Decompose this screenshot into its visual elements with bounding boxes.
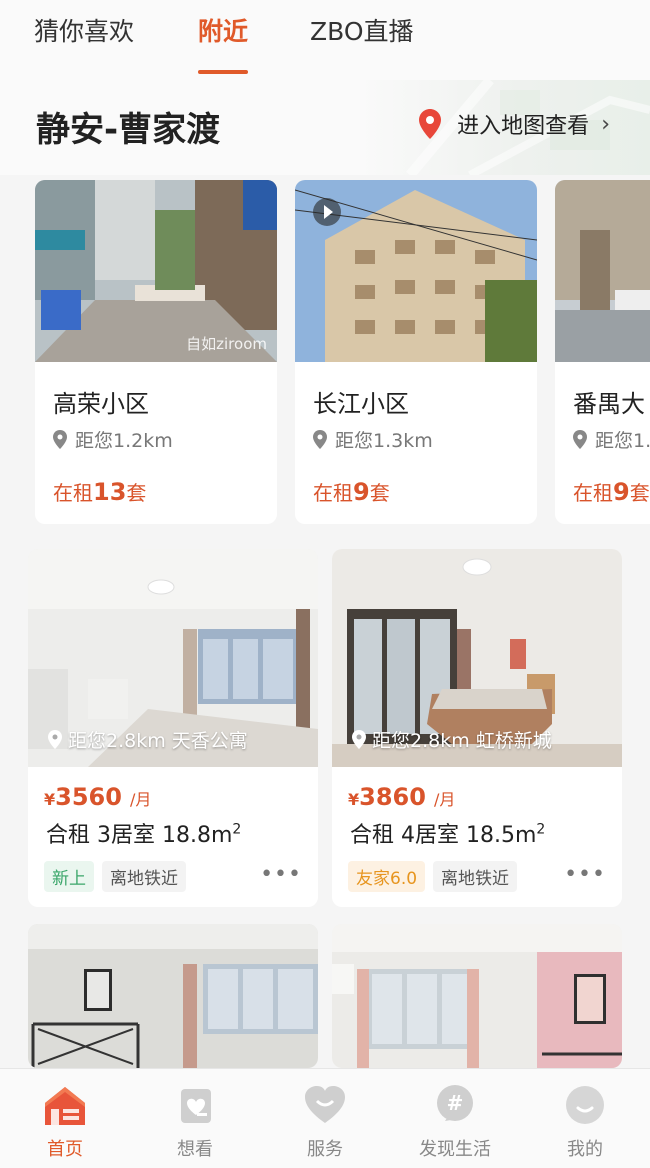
active-tab-indicator [198, 70, 249, 74]
listing-title: 合租 3居室 18.8m2 [46, 821, 242, 848]
location-pin-icon [313, 430, 327, 449]
nav-home[interactable]: 首页 [0, 1069, 130, 1168]
community-card[interactable]: 长江小区 距您1.3km 在租9套 [295, 180, 537, 524]
nav-profile[interactable]: 我的 [520, 1069, 650, 1168]
location-pin-icon [573, 430, 587, 449]
nav-home-label: 首页 [47, 1139, 83, 1160]
location-pin-icon [419, 109, 442, 139]
tag-youjia-version: 友家6.0 [348, 861, 426, 892]
listing-tags: 新上 离地铁近 [44, 861, 186, 892]
community-photo: 自如ziroom [35, 180, 277, 362]
location-pin-icon [48, 730, 62, 749]
nav-wishlist-label: 想看 [177, 1139, 213, 1160]
community-distance: 距您1.3km [313, 426, 433, 453]
listing-title: 合租 4居室 18.5m2 [350, 821, 546, 848]
rental-count: 在租13套 [53, 478, 147, 506]
community-name: 长江小区 [313, 390, 409, 418]
community-name: 番禺大 [573, 390, 645, 418]
rental-count: 在租9套 [313, 478, 390, 506]
community-photo [555, 180, 650, 362]
listing-distance-tag: 距您2.8km 天香公寓 [48, 726, 248, 753]
chevron-right-icon: › [601, 111, 610, 137]
home-icon [45, 1087, 85, 1125]
svg-text:#: # [447, 1091, 464, 1115]
community-distance: 距您1.2km [53, 426, 173, 453]
heart-service-icon [305, 1086, 345, 1123]
tab-nearby[interactable]: 附近 [198, 12, 249, 74]
listing-photo [28, 924, 318, 1068]
more-options-icon[interactable]: ••• [260, 864, 302, 886]
location-pin-icon [53, 430, 67, 449]
listing-tags: 友家6.0 离地铁近 [348, 861, 518, 892]
listing-photo: 距您2.8km 天香公寓 [28, 549, 318, 767]
profile-icon [566, 1086, 604, 1124]
hashtag-icon: # [437, 1085, 473, 1121]
community-carousel[interactable]: 自如ziroom 高荣小区 距您1.2km 在租13套 长江小区 距您1.3km… [0, 178, 650, 528]
community-photo [295, 180, 537, 362]
community-card[interactable]: 自如ziroom 高荣小区 距您1.2km 在租13套 [35, 180, 277, 524]
top-tab-bar: 猜你喜欢 附近 ZBO直播 [0, 0, 650, 80]
nav-service-label: 服务 [307, 1139, 343, 1160]
nav-profile-label: 我的 [567, 1139, 603, 1160]
listing-photo [332, 924, 622, 1068]
community-distance: 距您1. [573, 426, 650, 453]
wishlist-icon [181, 1089, 211, 1123]
listing-distance-tag: 距您2.8km 虹桥新城 [352, 726, 552, 753]
listing-card[interactable] [332, 924, 622, 1068]
listing-price: ¥3860/月 [348, 783, 456, 811]
location-pin-icon [352, 730, 366, 749]
listing-card[interactable] [28, 924, 318, 1068]
nav-discover-label: 发现生活 [419, 1139, 491, 1160]
view-map-label: 进入地图查看 [457, 114, 590, 139]
tag-new: 新上 [44, 861, 94, 892]
rental-count: 在租9套 [573, 478, 650, 506]
community-card[interactable]: 番禺大 距您1. 在租9套 [555, 180, 650, 524]
listing-card[interactable]: 距您2.8km 虹桥新城 ¥3860/月 合租 4居室 18.5m2 友家6.0… [332, 549, 622, 907]
listing-card[interactable]: 距您2.8km 天香公寓 ¥3560/月 合租 3居室 18.8m2 新上 离地… [28, 549, 318, 907]
listing-price: ¥3560/月 [44, 783, 152, 811]
nav-wishlist[interactable]: 想看 [130, 1069, 260, 1168]
tag-near-subway: 离地铁近 [102, 861, 186, 892]
tag-near-subway: 离地铁近 [433, 861, 518, 892]
listing-photo: 距您2.8km 虹桥新城 [332, 549, 622, 767]
view-map-link[interactable]: 进入地图查看 › [419, 108, 610, 140]
ziroom-watermark: 自如ziroom [186, 335, 267, 353]
more-options-icon[interactable]: ••• [564, 864, 606, 886]
tab-zbo-live[interactable]: ZBO直播 [310, 12, 414, 62]
area-title: 静安-曹家渡 [36, 110, 221, 150]
community-name: 高荣小区 [53, 390, 149, 418]
bottom-navigation: 首页 想看 服务 # 发现生活 我的 [0, 1068, 650, 1168]
nav-discover[interactable]: # 发现生活 [390, 1069, 520, 1168]
tab-guess-you-like[interactable]: 猜你喜欢 [34, 12, 134, 62]
area-header: 静安-曹家渡 进入地图查看 › [0, 80, 650, 175]
nav-service[interactable]: 服务 [260, 1069, 390, 1168]
